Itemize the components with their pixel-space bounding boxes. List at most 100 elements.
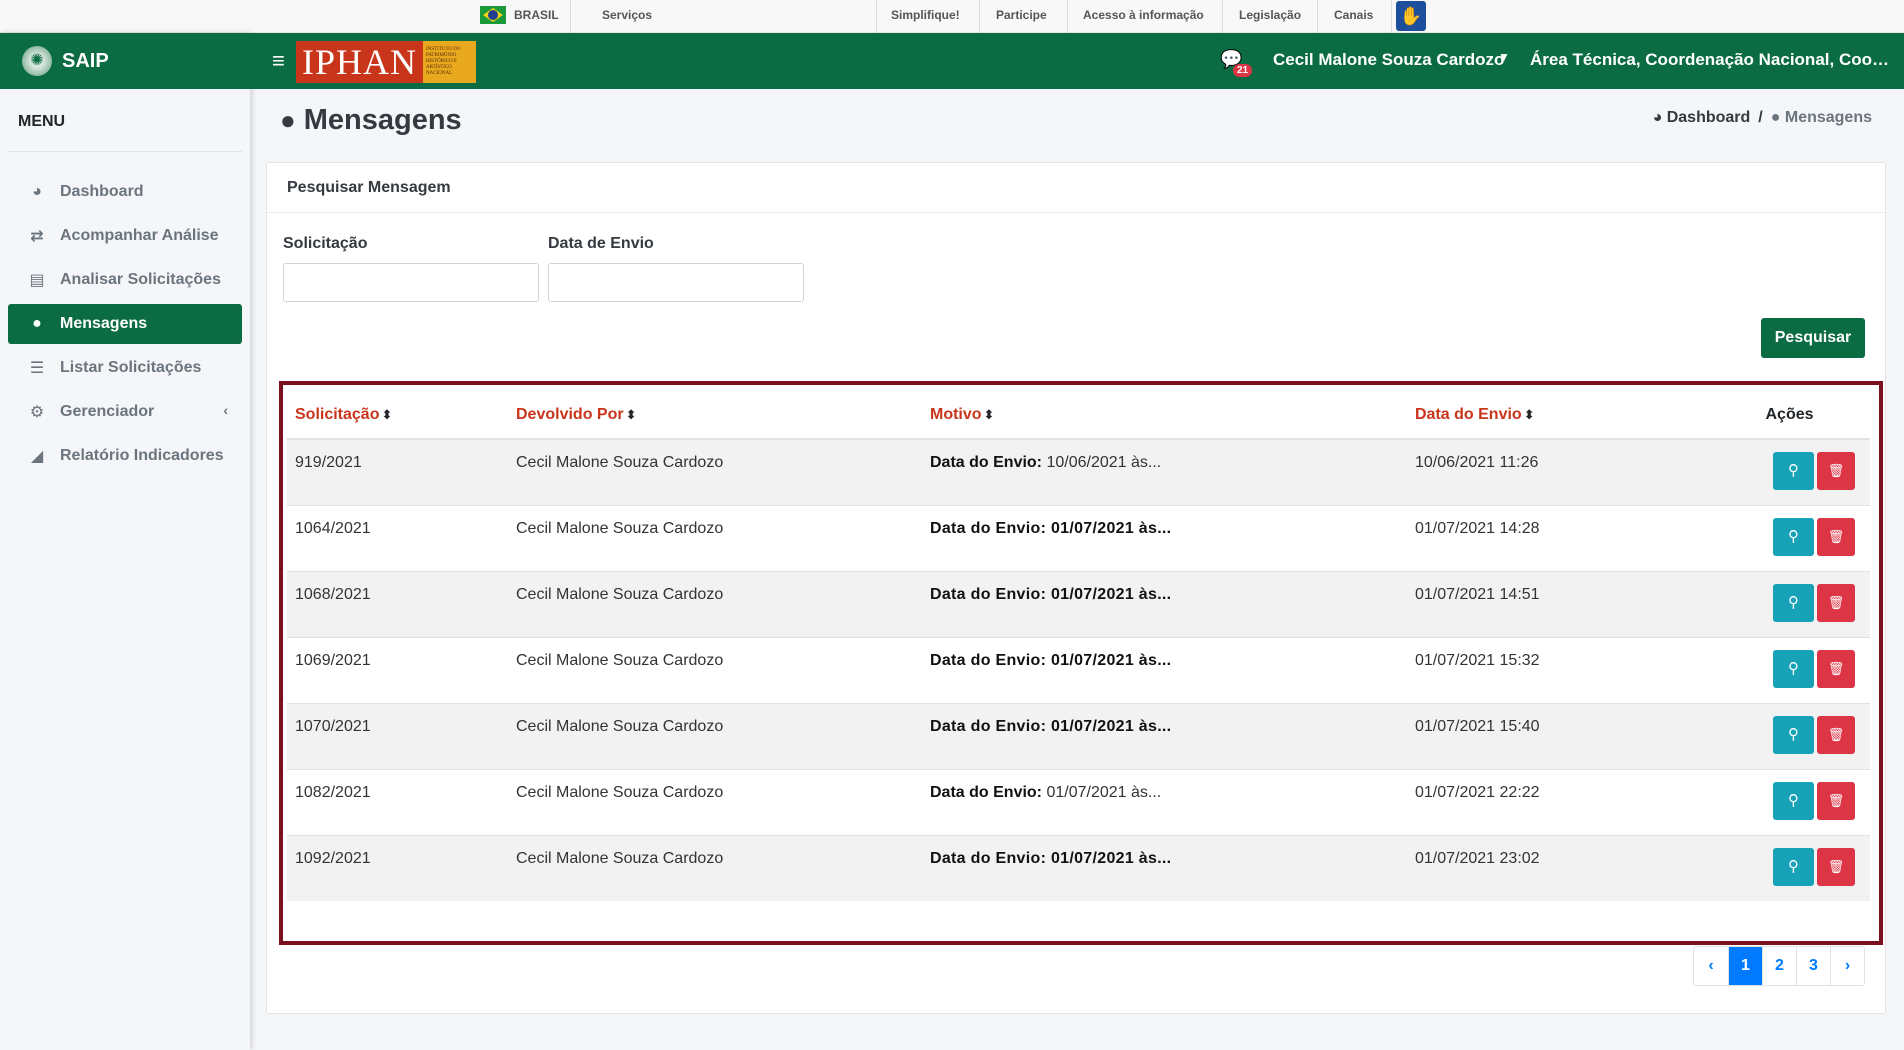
- delete-button[interactable]: 🗑: [1817, 583, 1855, 622]
- gov-link-simplifique[interactable]: Simplifique!: [891, 8, 960, 22]
- gov-link-participe[interactable]: Participe: [996, 8, 1047, 22]
- brasil-link[interactable]: BRASIL: [480, 6, 559, 24]
- cell-solicitacao: 1092/2021: [287, 834, 508, 901]
- motivo-value: 01/07/2021 às...: [1050, 717, 1172, 735]
- gov-link-servicos[interactable]: Serviços: [602, 8, 652, 22]
- gov-link-canais[interactable]: Canais: [1334, 8, 1373, 22]
- cell-devolvido-por: Cecil Malone Souza Cardozo: [508, 834, 922, 901]
- cell-devolvido-por: Cecil Malone Souza Cardozo: [508, 768, 922, 835]
- sidebar-item-mensagens[interactable]: ● Mensagens: [8, 304, 242, 344]
- cell-motivo: Data do Envio: 01/07/2021 às...: [922, 768, 1407, 835]
- column-header-data-envio[interactable]: Data do Envio ⬍: [1407, 391, 1701, 440]
- sidebar-item-gerenciador[interactable]: ⚙ Gerenciador ‹: [8, 392, 242, 432]
- cell-devolvido-por: Cecil Malone Souza Cardozo: [508, 702, 922, 769]
- pagination-page-3[interactable]: 3: [1796, 947, 1830, 985]
- trash-icon: 🗑: [1827, 463, 1845, 478]
- column-header-label: Motivo: [930, 405, 982, 423]
- cell-acoes: ⚲ 🗑: [1701, 702, 1870, 769]
- search-button[interactable]: Pesquisar: [1761, 318, 1865, 358]
- view-button[interactable]: ⚲: [1773, 781, 1814, 820]
- trash-icon: 🗑: [1827, 792, 1845, 808]
- delete-button[interactable]: 🗑: [1817, 649, 1855, 688]
- cell-acoes: ⚲ 🗑: [1701, 834, 1870, 901]
- divider: [876, 0, 877, 33]
- sidebar-item-acompanhar-analise[interactable]: ⇄ Acompanhar Análise: [8, 216, 242, 256]
- table-header-row: Solicitação ⬍ Devolvido Por ⬍ Motivo ⬍ Data…: [287, 391, 1870, 440]
- brand[interactable]: ✺ SAIP: [0, 33, 250, 89]
- motivo-value: 10/06/2021 às...: [1046, 454, 1162, 471]
- area-chart-icon: ◢: [30, 448, 44, 465]
- trash-icon: 🗑: [1827, 726, 1845, 742]
- menu-title: MENU: [8, 89, 242, 152]
- gov-link-acesso-informacao[interactable]: Acesso à informação: [1083, 8, 1204, 22]
- user-menu[interactable]: Cecil Malone Souza Cardozo: [1273, 50, 1504, 70]
- sidebar-item-dashboard[interactable]: ◕ Dashboard: [8, 172, 242, 212]
- breadcrumb-mensagens-label: Mensagens: [1784, 109, 1872, 126]
- motivo-value: 01/07/2021 às...: [1050, 849, 1172, 867]
- hamburger-menu-icon[interactable]: ≡: [272, 48, 285, 74]
- pagination-page-2[interactable]: 2: [1762, 947, 1796, 985]
- pagination-page-1[interactable]: 1: [1728, 947, 1762, 985]
- sort-icon: ⬍: [983, 406, 995, 422]
- view-button[interactable]: ⚲: [1773, 649, 1814, 688]
- search-icon: ⚲: [1788, 593, 1799, 611]
- delete-button[interactable]: 🗑: [1817, 715, 1855, 754]
- cell-data-envio: 01/07/2021 15:32: [1407, 636, 1701, 703]
- sidebar-item-label: Analisar Solicitações: [60, 271, 221, 288]
- breadcrumb-dashboard[interactable]: ◕ Dashboard: [1653, 109, 1751, 127]
- sidebar-item-listar-solicitacoes[interactable]: ☰ Listar Solicitações: [8, 348, 242, 388]
- pagination-prev[interactable]: ‹: [1694, 947, 1728, 985]
- search-icon: ⚲: [1788, 857, 1799, 875]
- solicitacao-input[interactable]: [283, 263, 539, 302]
- caret-down-icon[interactable]: ▼: [1498, 50, 1510, 64]
- delete-button[interactable]: 🗑: [1817, 781, 1855, 820]
- table-row: 1068/2021 Cecil Malone Souza Cardozo Dat…: [287, 570, 1870, 637]
- breadcrumb-dashboard-label: Dashboard: [1666, 109, 1751, 126]
- view-button[interactable]: ⚲: [1773, 452, 1814, 490]
- column-header-devolvido-por[interactable]: Devolvido Por ⬍: [508, 391, 922, 440]
- sidebar-item-relatorio-indicadores[interactable]: ◢ Relatório Indicadores: [8, 436, 242, 476]
- user-area[interactable]: Área Técnica, Coordenação Nacional, Coor…: [1530, 50, 1890, 70]
- view-button[interactable]: ⚲: [1773, 517, 1814, 556]
- column-header-motivo[interactable]: Motivo ⬍: [922, 391, 1407, 440]
- cell-acoes: ⚲ 🗑: [1701, 438, 1870, 505]
- view-button[interactable]: ⚲: [1773, 715, 1814, 754]
- cell-devolvido-por: Cecil Malone Souza Cardozo: [508, 570, 922, 637]
- gov-link-legislacao[interactable]: Legislação: [1239, 8, 1301, 22]
- iphan-logo[interactable]: IPHAN INSTITUTO DO PATRIMÔNIO HISTÓRICO …: [296, 41, 476, 83]
- cell-acoes: ⚲ 🗑: [1701, 570, 1870, 637]
- cell-motivo: Data do Envio: 01/07/2021 às...: [922, 504, 1407, 571]
- sidebar-item-label: Dashboard: [60, 183, 144, 200]
- table-row: 1092/2021 Cecil Malone Souza Cardozo Dat…: [287, 834, 1870, 901]
- column-header-solicitacao[interactable]: Solicitação ⬍: [287, 391, 508, 440]
- divider: [570, 0, 571, 33]
- cell-solicitacao: 1070/2021: [287, 702, 508, 769]
- motivo-label: Data do Envio:: [930, 783, 1043, 801]
- data-envio-input[interactable]: [548, 263, 804, 302]
- trash-icon: 🗑: [1827, 858, 1845, 874]
- delete-button[interactable]: 🗑: [1817, 517, 1855, 556]
- page-title-text: Mensagens: [303, 104, 462, 136]
- comments-icon: ●: [280, 105, 296, 135]
- view-button[interactable]: ⚲: [1773, 583, 1814, 622]
- saip-logo-icon: ✺: [22, 46, 52, 76]
- brazil-flag-icon: [480, 6, 506, 24]
- delete-button[interactable]: 🗑: [1817, 847, 1855, 886]
- motivo-label: Data do Envio:: [930, 849, 1047, 867]
- motivo-label: Data do Envio:: [930, 651, 1047, 669]
- cell-devolvido-por: Cecil Malone Souza Cardozo: [508, 636, 922, 703]
- cell-data-envio: 01/07/2021 15:40: [1407, 702, 1701, 769]
- exchange-icon: ⇄: [30, 228, 44, 245]
- solicitacao-label: Solicitação: [283, 235, 368, 252]
- cell-data-envio: 01/07/2021 22:22: [1407, 768, 1701, 835]
- list-icon: ☰: [29, 360, 45, 377]
- column-header-acoes: Ações: [1701, 391, 1870, 440]
- top-navbar: ≡ IPHAN INSTITUTO DO PATRIMÔNIO HISTÓRIC…: [250, 33, 1904, 89]
- cell-acoes: ⚲ 🗑: [1701, 636, 1870, 703]
- delete-button[interactable]: 🗑: [1817, 452, 1855, 490]
- view-button[interactable]: ⚲: [1773, 847, 1814, 886]
- motivo-label: Data do Envio:: [930, 585, 1047, 603]
- pagination-next[interactable]: ›: [1830, 947, 1864, 985]
- accessibility-hand-icon[interactable]: ✋: [1396, 1, 1426, 31]
- sidebar-item-analisar-solicitacoes[interactable]: ▤ Analisar Solicitações: [8, 260, 242, 300]
